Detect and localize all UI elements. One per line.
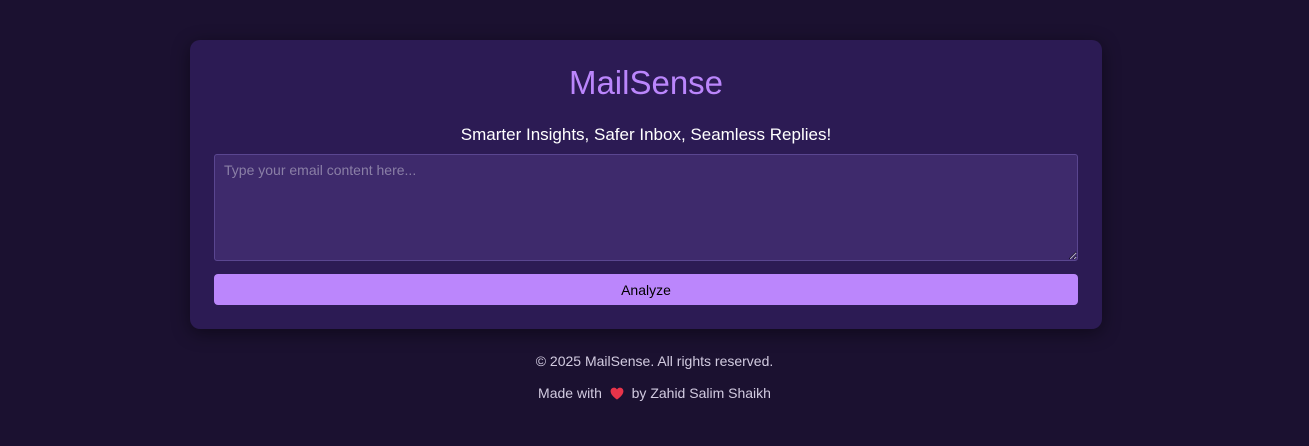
email-content-input[interactable] [214, 154, 1078, 261]
main-card: MailSense Smarter Insights, Safer Inbox,… [190, 40, 1102, 329]
made-with-prefix: Made with [538, 385, 602, 401]
analyze-button[interactable]: Analyze [214, 274, 1078, 305]
copyright-text: © 2025 MailSense. All rights reserved. [535, 353, 774, 369]
app-tagline: Smarter Insights, Safer Inbox, Seamless … [460, 125, 832, 144]
made-with-author: by Zahid Salim Shaikh [631, 385, 771, 401]
footer: © 2025 MailSense. All rights reserved. M… [0, 352, 1309, 404]
made-with-line: Made with by Zahid Salim Shaikh [0, 384, 1309, 404]
app-title: MailSense [568, 64, 724, 101]
heart-icon [610, 386, 624, 404]
